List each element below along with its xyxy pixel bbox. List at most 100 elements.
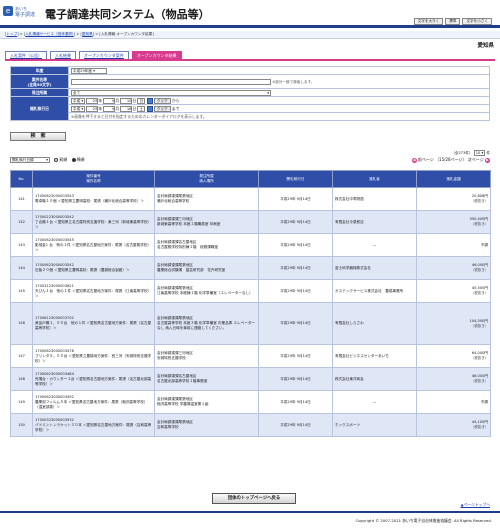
year-select[interactable]: 平成29年度 ▾: [71, 67, 107, 74]
row-tax-note: （税抜き）: [471, 425, 488, 429]
from-day-input[interactable]: 10: [120, 97, 133, 104]
tab-bid-results[interactable]: 入札結果: [50, 51, 76, 59]
row-tax-note: （税抜き）: [471, 268, 488, 272]
row-amount: 不調: [480, 399, 488, 404]
table-row: 145 17003123000003621 天びん１台 他の１件 ＜愛知県名古屋地方…: [10, 279, 491, 303]
to-calendar-icon[interactable]: [146, 105, 153, 112]
breadcrumb-org-select-link[interactable]: 入札情報サービス（団体選択）: [25, 32, 74, 36]
row-case-cell: 17000623000003543 電卓機１０個 ＜愛知県立豊明高校：尾張（瀬戸北…: [32, 187, 155, 211]
row-org-cell: 会計局調達課尾張地区 江南高等学校 本館棟１階 化学準備室（エレベーターなし）: [154, 279, 259, 303]
org-select-value: 全て: [73, 90, 81, 95]
row-date: 平成29年 9月14日: [258, 367, 333, 391]
search-form: 年度 平成29年度 ▾ 案件名称 (全角50文字) ※部分一致で検索します。 発…: [10, 66, 490, 121]
row-date: 平成29年 9月14日: [258, 279, 333, 303]
asc-radio[interactable]: [54, 158, 59, 162]
header-date: 開札執行日: [258, 170, 333, 188]
table-row: 143 17000623000003545 影縫金1 台 他の１件 ＜愛知県名古屋地…: [10, 233, 491, 257]
row-winner: 有限会社しらさわ: [332, 302, 417, 345]
font-smaller-button[interactable]: 文字を小さく: [462, 18, 492, 25]
font-larger-button[interactable]: 文字を大きく: [413, 18, 444, 25]
row-winner: —: [332, 233, 417, 257]
back-to-org-top-button[interactable]: 団体のトップページへ戻る: [212, 493, 296, 504]
tab-open-counter-results[interactable]: オープンカウンタ結果: [131, 51, 182, 59]
breadcrumb-top-link[interactable]: トップ: [6, 32, 17, 36]
row-org-cell: 会計局調達課尾張地区 名古屋高等学校 本館３階 化学準備室 内業品庫 エレベーター…: [154, 302, 259, 345]
row-case-name[interactable]: 丁合機１台 ＜愛知県立名古屋特別支援学校：東三河（新城東高等学校）＞: [35, 220, 152, 230]
to-clear-button[interactable]: クリア: [153, 105, 171, 112]
row-winner: —: [332, 390, 417, 414]
row-case-name[interactable]: 美品戸棚１，００台 他の１件 ＜愛知県名古屋地方案件：尾張（名古屋高等学校）＞: [35, 321, 152, 331]
asc-label: 昇順: [59, 157, 68, 162]
sort-select-value: 開札執行日順: [12, 158, 34, 162]
site-logo[interactable]: e あいち 電子調達: [3, 6, 41, 22]
row-case-name[interactable]: 農業用フィルム５本 ＜愛知県名古屋地方案件：尾張（稲沢高等学校）（温室部委）＞: [35, 400, 152, 410]
row-case-cell: 17000623000003545 影縫金1 台 他の１件 ＜愛知県名古屋地方案件…: [32, 233, 155, 257]
row-case-cell: 17000623000003484 売場台・カウンター１台 ＜愛知県名古屋地方案件…: [32, 367, 155, 391]
row-case-name[interactable]: 売場台・カウンター１台 ＜愛知県名古屋地方案件：尾張（名古屋北部高等学校）＞: [35, 377, 152, 387]
from-era-select[interactable]: 平成 ▾: [71, 97, 86, 104]
page-info: （15/28ページ）: [435, 157, 467, 162]
search-button[interactable]: 検 索: [10, 132, 66, 141]
row-case-cell: 17000623000003542 石板２０個 ＜愛知県立豊明高校：尾張（豊橋総合…: [32, 256, 155, 280]
table-row: 144 17000623000003542 石板２０個 ＜愛知県立豊明高校：尾張（豊…: [10, 256, 491, 280]
row-case-name[interactable]: プリンタ５，００台 ＜愛知県立豊橋地方案件：西三河（安城特別支援学校）＞: [35, 354, 152, 364]
row-case-cell: 17000623000003478 プリンタ５，００台 ＜愛知県立豊橋地方案件：西…: [32, 344, 155, 368]
to-month-input[interactable]: 9: [103, 105, 116, 112]
row-case-name[interactable]: 電卓機１０個 ＜愛知県立豊明高校：尾張（瀬戸北総合高等学校）＞: [35, 199, 152, 204]
logo-text-bottom: 電子調達: [15, 12, 36, 18]
row-org-cell: 会計局調達課尾張地区 農業総合試験場 園芸研究部 花卉研究室: [154, 256, 259, 280]
per-page-select[interactable]: 10 ▾: [473, 150, 486, 156]
row-winner: 株式会社中寿物語: [332, 187, 417, 211]
results-table: No. 案件番号 案件名称 発注所属 納入場所 開札執行日 落札者 落札金額 1…: [10, 170, 491, 437]
next-page-link[interactable]: 次ページ: [468, 157, 484, 162]
row-no: 143: [10, 233, 33, 257]
tab-bid-notices[interactable]: 入札案件（公告）: [5, 51, 47, 59]
row-place: 稲沢高等学校 学農場温室第１組: [157, 402, 209, 406]
row-tax-note: （税抜き）: [471, 356, 488, 360]
row-no: 146: [10, 302, 33, 345]
from-month-input[interactable]: 9: [103, 97, 116, 104]
prev-page-link[interactable]: 前ページ: [418, 157, 434, 162]
row-case-name[interactable]: 石板２０個 ＜愛知県立豊明高校：尾張（豊橋総合製館）＞: [35, 268, 152, 273]
row-tax-note: （税抜き）: [471, 222, 488, 226]
from-clear-button[interactable]: クリア: [153, 97, 171, 104]
desc-radio[interactable]: [71, 158, 76, 162]
row-tax-note: （税抜き）: [471, 291, 488, 295]
from-year-input[interactable]: 29: [86, 97, 99, 104]
to-year-input[interactable]: 29: [86, 105, 99, 112]
row-no: 147: [10, 344, 33, 368]
org-label: 発注所属: [10, 88, 69, 97]
row-place: 吉和高等学校: [157, 425, 179, 429]
page-top-link[interactable]: ▲ページトップへ: [461, 502, 490, 508]
case-name-input[interactable]: [71, 78, 271, 85]
row-case-name[interactable]: バドミントンラケット３０本 ＜愛知県名古屋地方案件：尾張（吉和高等学校）＞: [35, 423, 152, 433]
row-amount-cell: 不調: [416, 233, 491, 257]
row-case-name[interactable]: 天びん１台 他の１件 ＜愛知県名古屋地方案件：尾張（江南高等学校）＞: [35, 289, 152, 299]
row-winner: ホックスポーツ: [332, 413, 417, 437]
row-date: 平成29年 9月14日: [258, 210, 333, 234]
next-arrow-icon[interactable]: ▶: [485, 157, 490, 163]
from-day-suffix: 日: [132, 97, 137, 103]
row-case-name[interactable]: 影縫金1 台 他の１件 ＜愛知県名古屋地方案件：尾張（名古屋聾学校）＞: [35, 243, 152, 253]
row-org-cell: 会計局調達課名古屋地区 名古屋聾学校特別棟１階 総務課職室: [154, 233, 259, 257]
row-winner: 株式会社東洋商会: [332, 367, 417, 391]
sort-select[interactable]: 開札執行日順 ▾: [10, 157, 50, 163]
from-calendar-icon[interactable]: [146, 97, 153, 104]
logo-mark: e: [3, 6, 13, 16]
footer: Copyright © 2007-2021 あいち電子自治体推進協議会. All…: [0, 511, 500, 528]
row-org-cell: 会計局調達課名古屋地区 名古屋北部高等学校１階事務室: [154, 367, 259, 391]
to-day-input[interactable]: 16: [120, 105, 133, 112]
tab-underline: [5, 59, 495, 61]
breadcrumb-aichi-link[interactable]: 愛知県: [82, 32, 93, 36]
prev-arrow-icon[interactable]: ◀: [411, 157, 417, 163]
org-name: 愛知県: [477, 43, 494, 49]
row-no: 150: [10, 413, 33, 437]
header-amount: 落札金額: [416, 170, 491, 188]
font-standard-button[interactable]: 標準: [445, 18, 461, 25]
org-select[interactable]: 全て ▾: [71, 89, 271, 96]
row-place: 名古屋高等学校 本館３階 化学準備室 内業品庫 エレベーターなし 納入日時を事前…: [157, 321, 256, 330]
tab-open-counter-cases[interactable]: オープンカウンタ案件: [79, 51, 129, 59]
table-row: 141 17000623000003543 電卓機１０個 ＜愛知県立豊明高校：尾張（…: [10, 187, 491, 211]
to-era-select[interactable]: 平成 ▾: [71, 105, 86, 112]
to-suffix: まで: [171, 105, 180, 111]
